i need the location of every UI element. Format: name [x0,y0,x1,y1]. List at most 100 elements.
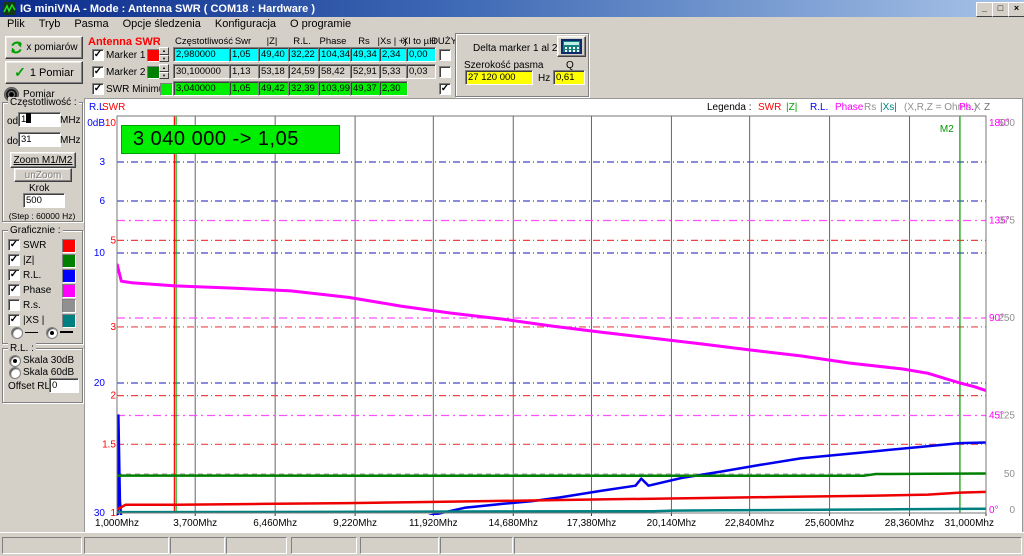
marker-spinner[interactable]: ▲▼ [159,64,169,79]
graph-checkbox-xs[interactable]: ✓ [8,314,20,326]
duzy-checkbox[interactable] [439,66,451,78]
status-segment-4 [226,537,287,554]
single-measure-button[interactable]: ✓ 1 Pomiar [5,61,83,84]
marker-label: Marker 2 [106,67,145,78]
marker-value-cell[interactable]: 2,980000 [173,47,231,62]
axis-label: 6 [99,196,105,207]
calculator-button[interactable] [557,36,586,57]
menu-item-pasma[interactable]: Pasma [67,18,115,30]
menu-item-o-programie[interactable]: O programie [283,18,358,30]
graph-checkbox-rl[interactable]: ✓ [8,269,20,281]
marker-value-cell[interactable]: 5,33 [379,64,408,79]
bandwidth-value[interactable]: 27 120 000 [465,70,533,85]
marker-value-cell[interactable]: 49,42 [258,81,290,96]
marker-value-cell[interactable]: 1,05 [229,47,260,62]
axis-label: 0 [1009,505,1015,516]
marker-value-cell[interactable]: 2,30 [379,81,408,96]
status-segment-6 [360,537,439,554]
axis-label: 50 [1004,469,1016,480]
marker-value-cell[interactable]: 2,34 [379,47,408,62]
marker-checkbox[interactable]: ✓ [92,83,104,95]
menu-item-konfiguracja[interactable]: Konfiguracja [208,18,283,30]
marker-value-cell[interactable]: 0,03 [406,64,436,79]
frequency-group: Częstotliwość : od 1 MHz do 31 MHz Zoom … [2,102,83,222]
marker-value-cell[interactable]: 58,42 [318,64,352,79]
axis-label: 25,600Mhz [805,518,854,529]
marker-value-cell[interactable]: 103,99 [318,81,352,96]
offset-rl-input[interactable]: 0 [49,378,79,393]
graph-color-swatch [62,254,76,268]
marker-value-cell[interactable]: 49,40 [258,47,290,62]
marker-value-cell[interactable]: 104,34 [318,47,352,62]
line-thick-option[interactable] [46,327,58,339]
column-header: R.L. [293,36,310,47]
axis-label: 500 [998,118,1015,129]
window-title: IG miniVNA - Mode : Antenna SWR ( COM18 … [20,3,315,15]
marker-value-cell[interactable]: 1,05 [229,81,260,96]
zoom-m1m2-button[interactable]: Zoom M1/M2 [10,152,76,168]
status-segment-2 [84,537,169,554]
duzy-checkbox[interactable]: ✓ [439,83,451,95]
axis-label: 20 [94,378,106,389]
marker-spinner[interactable]: ▲▼ [159,47,169,62]
menu-item-tryb[interactable]: Tryb [32,18,68,30]
line-thin-option[interactable] [11,327,23,339]
menu-item-opcje-ledzenia[interactable]: Opcje śledzenia [116,18,208,30]
rl-scale-radio-1[interactable] [9,355,21,367]
freq-from-input[interactable]: 1 [18,112,61,127]
graph-checkbox-phase[interactable]: ✓ [8,284,20,296]
thin-line-sample [25,332,38,333]
graph-label: |XS | [23,315,44,326]
spin-down-icon[interactable]: ▼ [159,55,169,63]
graph-label: Phase [23,285,51,296]
repeat-measure-button[interactable]: x pomiarów [5,36,83,59]
od-unit: MHz [60,115,81,126]
rl-scale-group: R.L. : Skala 30dBSkala 60dB Offset RL 0 [2,348,83,403]
rl-scale-radio-2[interactable] [9,367,21,379]
marker-value-cell[interactable]: 32,22 [288,47,320,62]
marker-value-cell[interactable]: 0,00 [406,47,436,62]
marker-value-cell[interactable]: 49,34 [350,47,381,62]
title-bar: IG miniVNA - Mode : Antenna SWR ( COM18 … [0,0,1024,17]
marker-value-cell[interactable]: 3,040000 [173,81,231,96]
freq-to-input[interactable]: 31 [18,132,61,147]
spin-up-icon[interactable]: ▲ [159,64,169,72]
marker-value-cell[interactable]: 52,91 [350,64,381,79]
close-button[interactable]: × [1008,2,1024,17]
column-header: Rs [358,36,370,47]
text-cursor [26,113,31,123]
marker-value-cell[interactable]: 30,100000 [173,64,231,79]
marker-checkbox[interactable]: ✓ [92,66,104,78]
graph-checkbox-rs[interactable] [8,299,20,311]
spin-down-icon[interactable]: ▼ [159,72,169,80]
axis-label: 6,460Mhz [253,518,297,529]
graph-checkbox-swr[interactable]: ✓ [8,239,20,251]
column-header: Częstotliwość [175,36,233,47]
spin-up-icon[interactable]: ▲ [159,47,169,55]
app-icon [3,2,16,15]
marker-checkbox[interactable]: ✓ [92,49,104,61]
delta-title: Delta marker 1 al 2 [473,43,557,54]
menu-item-plik[interactable]: Plik [0,18,32,30]
axis-label: 17,380Mhz [567,518,616,529]
marker-value-cell[interactable]: 1,13 [229,64,260,79]
check-icon: ✓ [14,64,26,81]
q-value[interactable]: 0,61 [553,70,585,85]
minimize-button[interactable]: _ [976,2,993,17]
axis-label: 375 [998,216,1015,227]
calculator-icon [561,39,582,54]
refresh-icon [10,41,23,54]
marker-value-cell[interactable]: 32,39 [288,81,320,96]
graph-checkbox-z[interactable]: ✓ [8,254,20,266]
duzy-checkbox[interactable] [439,49,451,61]
krok-input[interactable]: 500 [23,193,65,208]
marker-value-cell[interactable]: 53,18 [258,64,290,79]
table-title: Antenna SWR [88,36,161,48]
axis-label: 250 [998,313,1015,324]
marker-value-cell[interactable]: 49,37 [350,81,381,96]
unzoom-button[interactable]: unZoom [14,168,72,182]
maximize-button[interactable]: □ [992,2,1009,17]
marker-value-cell[interactable]: 24,59 [288,64,320,79]
marker-color-swatch[interactable] [160,83,173,96]
do-label: do [7,136,18,147]
